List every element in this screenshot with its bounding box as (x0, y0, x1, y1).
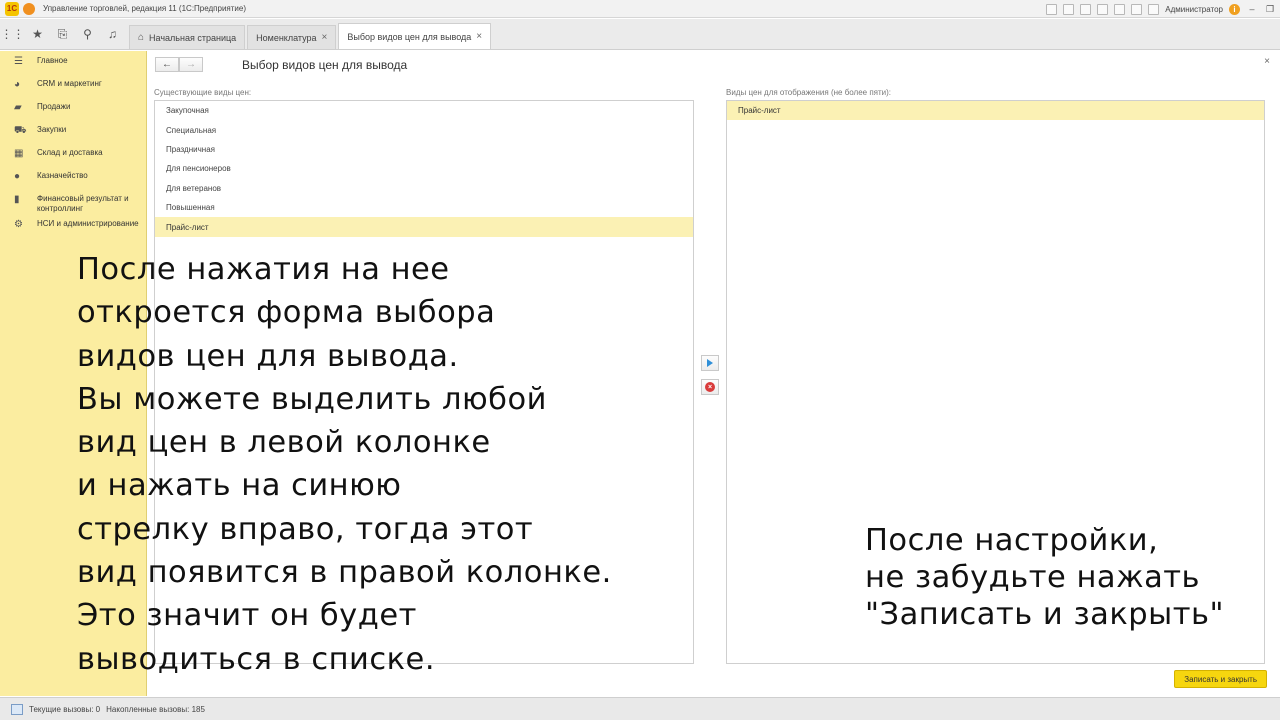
history-icon[interactable]: ⎘ (50, 19, 75, 49)
purchases-icon: ⛟ (14, 125, 27, 136)
tab-label: Выбор видов цен для вывода (347, 31, 472, 42)
top-toolbar: ⋮⋮ ★ ⎘ ⚲ ♫ ⌂ Начальная страница Номенкла… (0, 19, 1280, 50)
list-item-selected[interactable]: Прайс-лист (155, 217, 693, 237)
remove-price-type-button[interactable]: × (701, 379, 719, 395)
save-and-close-button[interactable]: Записать и закрыть (1174, 670, 1267, 688)
menu-icon: ☰ (14, 56, 23, 67)
delete-icon: × (705, 382, 715, 392)
sidebar-item-label: Казначейство (37, 171, 88, 180)
close-icon[interactable]: × (476, 31, 482, 42)
arrow-right-icon (707, 359, 713, 367)
list-item[interactable]: Для ветеранов (155, 179, 693, 198)
treasury-icon: ● (14, 171, 21, 182)
sidebar-item-label: Склад и доставка (37, 148, 103, 157)
calendar-icon[interactable] (1097, 3, 1109, 15)
tab-strip: ⌂ Начальная страница Номенклатура × Выбо… (129, 19, 493, 49)
close-icon[interactable]: × (322, 32, 328, 43)
form-title: Выбор видов цен для вывода (242, 58, 408, 72)
sidebar-item-sales[interactable]: ▰ Продажи (0, 97, 146, 120)
tab-price-types[interactable]: Выбор видов цен для вывода × (338, 23, 492, 49)
minimize-icon[interactable]: ‒ (1246, 4, 1258, 14)
search-icon[interactable]: ⚲ (75, 19, 100, 49)
notification-icon[interactable] (1148, 3, 1160, 15)
favorites-star-icon[interactable]: ★ (25, 19, 50, 49)
existing-prices-label: Существующие виды цен: (154, 88, 252, 97)
sidebar-item-label: Финансовый результат и контроллинг (37, 194, 129, 213)
settings-gear-icon: ⚙ (14, 219, 23, 230)
back-arrow-icon[interactable]: ← (155, 57, 179, 72)
list-item[interactable]: Специальная (155, 120, 693, 139)
status-bar: Текущие вызовы: 0 Накопленные вызовы: 18… (0, 697, 1280, 720)
titlebar-tools: Администратор i ‒ ❐ (1046, 0, 1276, 18)
tab-label: Начальная страница (149, 32, 237, 43)
print-icon[interactable] (1046, 3, 1058, 15)
tab-nomenclature[interactable]: Номенклатура × (247, 25, 337, 49)
sidebar-item-finance[interactable]: ▮ Финансовый результат и контроллинг (0, 189, 146, 214)
instruction-caption-right: После настройки, не забудьте нажать "Зап… (865, 523, 1224, 632)
current-user[interactable]: Администратор (1165, 5, 1223, 14)
link-icon[interactable] (1080, 3, 1092, 15)
bell-icon[interactable]: ♫ (100, 19, 125, 49)
list-item[interactable]: Для пенсионеров (155, 159, 693, 178)
window-titlebar: 1C Управление торговлей, редакция 11 (1С… (0, 0, 1280, 18)
instruction-caption-left: После нажатия на нее откроется форма выб… (77, 252, 612, 677)
window-title: Управление торговлей, редакция 11 (1С:Пр… (43, 4, 247, 13)
sidebar-item-label: НСИ и администрирование (37, 219, 139, 228)
crm-icon: ◕ (14, 79, 21, 90)
warehouse-icon: ▦ (14, 148, 24, 159)
sidebar-item-label: Закупки (37, 125, 67, 134)
list-item[interactable]: Закупочная (155, 101, 693, 120)
info-icon[interactable]: i (1229, 3, 1240, 15)
zoom-icon[interactable] (1131, 3, 1143, 15)
forward-arrow-icon[interactable]: → (179, 57, 203, 72)
save-icon[interactable] (1063, 3, 1075, 15)
display-prices-label: Виды цен для отображения (не более пяти)… (726, 88, 892, 97)
tab-home[interactable]: ⌂ Начальная страница (129, 25, 246, 49)
current-calls: Текущие вызовы: 0 (29, 704, 101, 714)
main-menu-icon[interactable] (23, 2, 35, 15)
finance-chart-icon: ▮ (14, 194, 20, 205)
sidebar-item-warehouse[interactable]: ▦ Склад и доставка (0, 143, 146, 166)
close-form-icon[interactable]: × (1264, 56, 1270, 67)
list-item[interactable]: Праздничная (155, 140, 693, 159)
home-icon: ⌂ (138, 32, 145, 43)
sidebar-item-label: Главное (37, 56, 68, 65)
sales-icon: ▰ (14, 102, 22, 113)
add-price-type-button[interactable] (701, 355, 719, 371)
calls-icon[interactable] (11, 703, 23, 715)
sidebar-item-purchases[interactable]: ⛟ Закупки (0, 120, 146, 143)
sidebar-item-admin[interactable]: ⚙ НСИ и администрирование (0, 214, 146, 237)
list-item[interactable]: Повышенная (155, 198, 693, 217)
sidebar-item-main[interactable]: ☰ Главное (0, 51, 146, 74)
restore-icon[interactable]: ❐ (1264, 4, 1276, 15)
sidebar-item-treasury[interactable]: ● Казначейство (0, 166, 146, 189)
navigation-buttons: ← → (155, 57, 203, 72)
app-logo-icon[interactable]: 1C (5, 1, 19, 16)
list-item-selected[interactable]: Прайс-лист (727, 101, 1264, 121)
sidebar-item-crm[interactable]: ◕ CRM и маркетинг (0, 74, 146, 97)
all-functions-icon[interactable]: ⋮⋮ (0, 19, 25, 49)
calculator-icon[interactable] (1114, 3, 1126, 15)
accumulated-calls: Накопленные вызовы: 185 (106, 704, 205, 714)
sidebar-item-label: Продажи (37, 102, 71, 111)
sidebar-item-label: CRM и маркетинг (37, 79, 102, 88)
tab-label: Номенклатура (256, 32, 317, 43)
